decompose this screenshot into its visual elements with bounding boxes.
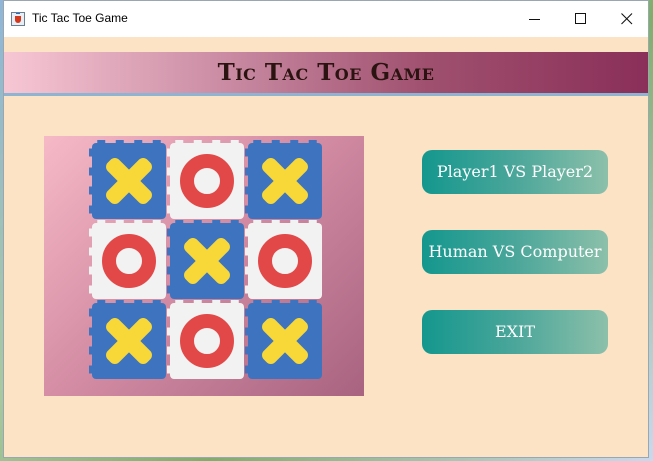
minimize-icon [529, 19, 540, 20]
java-app-icon [11, 12, 25, 26]
human-vs-computer-button[interactable]: Human VS Computer [422, 230, 608, 274]
maximize-icon [575, 13, 586, 24]
player-vs-player-button[interactable]: Player1 VS Player2 [422, 150, 608, 194]
minimize-button[interactable] [512, 1, 558, 37]
exit-button[interactable]: EXIT [422, 310, 608, 354]
banner-divider [4, 93, 648, 96]
tic-tac-toe-board-image [44, 136, 364, 396]
title-bar[interactable]: Tic Tac Toe Game [4, 1, 648, 37]
close-icon [621, 13, 633, 25]
board-illustration [89, 140, 322, 379]
app-window: Tic Tac Toe Game Tic Tac Toe Game Player… [3, 0, 649, 458]
window-title: Tic Tac Toe Game [32, 11, 128, 25]
maximize-button[interactable] [558, 1, 604, 37]
close-button[interactable] [604, 1, 650, 37]
game-title: Tic Tac Toe Game [217, 59, 435, 86]
